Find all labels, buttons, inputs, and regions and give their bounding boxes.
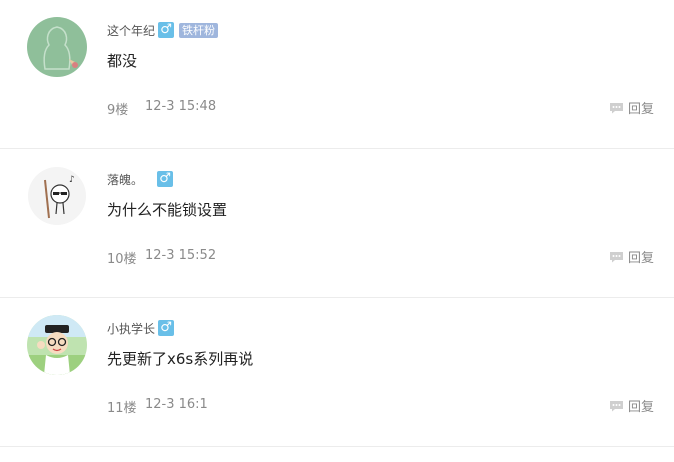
cartoon-boy-avatar-icon [27, 315, 87, 375]
svg-text:♪: ♪ [69, 175, 75, 185]
comment-time: 12-3 15:52 [145, 248, 217, 263]
fan-badge: 铁杆粉 [179, 22, 219, 38]
comment-item: 这个年纪 ♂ 铁杆粉 都没 9楼 12-3 15:48 回复 [0, 0, 674, 149]
floor-number: 11楼 [107, 401, 137, 416]
comment-content: 为什么不能锁设置 [107, 201, 228, 219]
floor-number: 9楼 [107, 103, 129, 118]
silhouette-avatar-icon [27, 17, 87, 77]
avatar[interactable] [27, 17, 87, 77]
comment-item: ♪ 落魄。 ♂ 为什么不能锁设置 10楼 12-3 15:52 回复 [0, 149, 674, 298]
male-icon: ♂ [158, 320, 175, 336]
reply-label: 回复 [627, 400, 654, 415]
comment-content: 先更新了x6s系列再说 [107, 350, 254, 368]
comment-time: 12-3 15:48 [145, 99, 217, 114]
comment-time: 12-3 16:1 [145, 397, 208, 412]
username-link[interactable]: 小执学长 [107, 320, 155, 337]
avatar[interactable] [27, 315, 87, 375]
cartoon-sunglasses-avatar-icon: ♪ [27, 166, 87, 226]
comment-meta: 小执学长 ♂ [107, 319, 175, 337]
male-icon: ♂ [157, 171, 174, 187]
floor-number: 10楼 [107, 252, 137, 267]
male-icon: ♂ [158, 22, 175, 38]
comment-content: 都没 [107, 52, 138, 70]
comment-item: 小执学长 ♂ 先更新了x6s系列再说 11楼 12-3 16:1 回复 [0, 298, 674, 447]
reply-icon [609, 251, 623, 262]
reply-label: 回复 [627, 102, 654, 117]
comment-meta: 这个年纪 ♂ 铁杆粉 [107, 21, 219, 39]
comment-meta: 落魄。 ♂ [107, 170, 174, 188]
reply-icon [609, 400, 623, 411]
reply-button[interactable]: 回复 [609, 98, 654, 117]
reply-icon [609, 102, 623, 113]
username-link[interactable]: 这个年纪 [107, 22, 155, 39]
username-link[interactable]: 落魄。 [107, 171, 143, 188]
avatar[interactable]: ♪ [27, 166, 87, 226]
reply-button[interactable]: 回复 [609, 396, 654, 415]
reply-button[interactable]: 回复 [609, 247, 654, 266]
reply-label: 回复 [627, 251, 654, 266]
